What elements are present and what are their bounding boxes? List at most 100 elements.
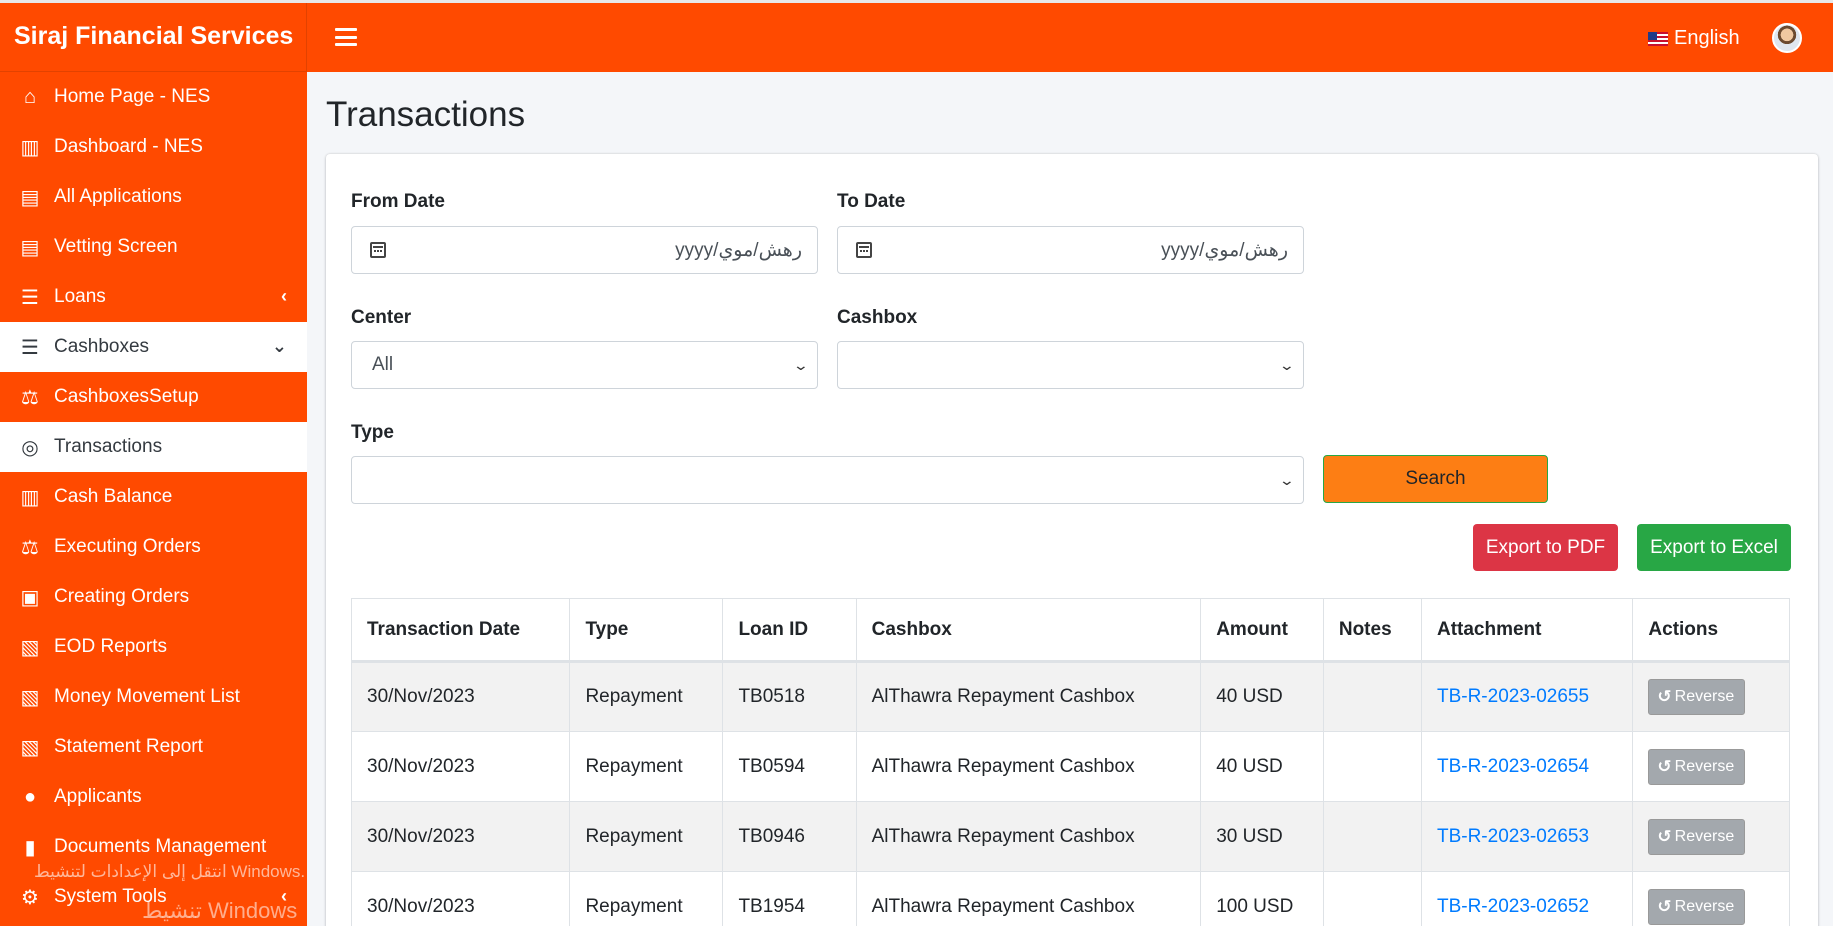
column-header[interactable]: Attachment — [1420, 598, 1634, 663]
cell-loan-id: TB0594 — [722, 731, 857, 802]
column-header[interactable]: Actions — [1632, 598, 1790, 663]
type-select[interactable]: ⌄ — [351, 456, 1304, 504]
file-excel-icon: ▧ — [20, 636, 40, 659]
export-excel-button[interactable]: Export to Excel — [1637, 524, 1791, 571]
file-excel-icon: ▧ — [20, 686, 40, 709]
language-selector[interactable]: English — [1648, 27, 1740, 50]
calendar-icon[interactable] — [370, 242, 386, 258]
cell-amount: 40 USD — [1200, 731, 1324, 802]
sidebar-item-cashboxes[interactable]: ☰ Cashboxes ⌄ — [0, 322, 307, 372]
cell-actions: ↺ Reverse — [1632, 731, 1790, 802]
table-row: 30/Nov/2023 Repayment TB1954 AlThawra Repay… — [350, 871, 1790, 926]
chevron-down-icon: ⌄ — [792, 356, 810, 373]
sidebar-item-creating-orders[interactable]: ▣ Creating Orders — [0, 572, 307, 622]
center-select[interactable]: All ⌄ — [351, 341, 818, 389]
cell-notes — [1322, 661, 1422, 732]
sidebar-item-transactions[interactable]: ◎ Transactions — [0, 422, 307, 472]
undo-icon: ↺ — [1657, 687, 1672, 706]
coins-icon: ◎ — [21, 436, 39, 459]
cell-cashbox: AlThawra Repayment Cashbox — [855, 871, 1202, 926]
sidebar-item-cashboxessetup[interactable]: ⚖ CashboxesSetup — [0, 372, 307, 422]
reverse-button[interactable]: ↺ Reverse — [1648, 679, 1746, 715]
column-header[interactable]: Amount — [1200, 598, 1324, 663]
user-avatar[interactable] — [1772, 23, 1802, 53]
reverse-button[interactable]: ↺ Reverse — [1648, 888, 1746, 925]
cell-actions: ↺ Reverse — [1632, 871, 1790, 926]
bar-chart-icon: ▥ — [20, 486, 40, 509]
attachment-link[interactable]: TB-R-2023-02655 — [1437, 686, 1589, 707]
center-selected-value: All — [372, 354, 394, 375]
attachment-link[interactable]: TB-R-2023-02652 — [1437, 896, 1589, 917]
hamburger-menu-icon[interactable] — [335, 28, 357, 48]
balance-scale-icon: ⚖ — [21, 536, 39, 559]
cell-type: Repayment — [569, 871, 724, 926]
cell-cashbox: AlThawra Repayment Cashbox — [855, 731, 1202, 802]
from-date-input[interactable]: yyyy/رهش/موي — [351, 226, 818, 274]
chevron-left-icon: ‹ — [281, 886, 287, 906]
undo-icon: ↺ — [1657, 756, 1672, 776]
us-flag-icon — [1648, 31, 1668, 46]
column-header[interactable]: Type — [569, 598, 724, 663]
sidebar-item-all-applications[interactable]: ▤ All Applications — [0, 172, 307, 222]
export-pdf-button[interactable]: Export to PDF — [1473, 524, 1618, 571]
sidebar-item-system-tools[interactable]: ⚙ System Tools ‹ — [0, 872, 307, 922]
cashbox-select[interactable]: ⌄ — [837, 341, 1304, 389]
chevron-down-icon: ⌄ — [271, 336, 287, 356]
column-header[interactable]: Notes — [1322, 598, 1422, 663]
center-label: Center — [351, 307, 412, 328]
sidebar-item-label: Transactions — [54, 436, 163, 457]
cell-type: Repayment — [569, 731, 724, 802]
cashbox-label: Cashbox — [837, 307, 918, 328]
sidebar-item-label: CashboxesSetup — [54, 386, 199, 407]
sidebar-item-vetting-screen[interactable]: ▤ Vetting Screen — [0, 222, 307, 272]
sidebar-item-label: Vetting Screen — [54, 236, 178, 257]
to-date-label: To Date — [837, 191, 906, 212]
file-excel-icon: ▧ — [20, 736, 40, 759]
language-label: English — [1674, 27, 1740, 49]
column-header[interactable]: Transaction Date — [350, 598, 571, 663]
table-row: 30/Nov/2023 Repayment TB0518 AlThawra Repay… — [350, 661, 1790, 732]
attachment-link[interactable]: TB-R-2023-02653 — [1437, 826, 1589, 847]
list-alt-icon: ▤ — [20, 236, 40, 259]
reverse-button[interactable]: ↺ Reverse — [1648, 748, 1746, 785]
sidebar-item-home-page-nes[interactable]: ⌂ Home Page - NES — [0, 72, 307, 122]
sidebar-item-eod-reports[interactable]: ▧ EOD Reports — [0, 622, 307, 672]
sidebar-item-loans[interactable]: ☰ Loans ‹ — [0, 272, 307, 322]
cell-notes — [1322, 871, 1422, 926]
sidebar-item-money-movement-list[interactable]: ▧ Money Movement List — [0, 672, 307, 722]
cell-amount: 100 USD — [1200, 871, 1324, 926]
reverse-button[interactable]: ↺ Reverse — [1648, 818, 1746, 855]
sidebar-item-statement-report[interactable]: ▧ Statement Report — [0, 722, 307, 772]
home-icon: ⌂ — [23, 85, 37, 108]
balance-scale-icon: ⚖ — [21, 386, 39, 409]
brand-logo[interactable]: Siraj Financial Services — [0, 3, 307, 72]
from-date-placeholder: yyyy/رهش/موي — [675, 239, 802, 261]
to-date-input[interactable]: yyyy/رهش/موي — [837, 226, 1304, 274]
sidebar-item-applicants[interactable]: ● Applicants — [0, 772, 307, 822]
cell-loan-id: TB0518 — [722, 661, 857, 732]
sidebar-item-label: Cash Balance — [54, 486, 173, 507]
sidebar-item-label: Cashboxes — [54, 336, 150, 357]
user-icon: ● — [23, 785, 37, 808]
cell-loan-id: TB1954 — [722, 871, 857, 926]
sidebar: ⌂ Home Page - NES ▥ Dashboard - NES ▤ All App… — [0, 72, 307, 926]
table-body: 30/Nov/2023 Repayment TB0518 AlThawra Repay… — [350, 661, 1790, 926]
calendar-icon[interactable] — [856, 242, 872, 258]
cell-notes — [1322, 731, 1422, 802]
chevron-down-icon: ⌄ — [1278, 356, 1296, 373]
cell-notes — [1322, 801, 1422, 872]
sidebar-item-cash-balance[interactable]: ▥ Cash Balance — [0, 472, 307, 522]
sidebar-item-label: Money Movement List — [54, 686, 240, 707]
attachment-link[interactable]: TB-R-2023-02654 — [1437, 756, 1589, 777]
sidebar-item-label: Executing Orders — [54, 536, 201, 557]
column-header[interactable]: Cashbox — [855, 598, 1202, 663]
column-header[interactable]: Loan ID — [722, 598, 857, 663]
table-row: 30/Nov/2023 Repayment TB0594 AlThawra Repay… — [350, 731, 1790, 802]
list-icon: ☰ — [21, 336, 39, 359]
sidebar-item-dashboard-nes[interactable]: ▥ Dashboard - NES — [0, 122, 307, 172]
sidebar-item-documents-management[interactable]: ▮ Documents Management — [0, 822, 307, 872]
search-button[interactable]: Search — [1323, 455, 1548, 503]
money-bill-icon: ▣ — [20, 586, 40, 609]
sidebar-item-executing-orders[interactable]: ⚖ Executing Orders — [0, 522, 307, 572]
sidebar-item-label: Applicants — [54, 786, 142, 807]
